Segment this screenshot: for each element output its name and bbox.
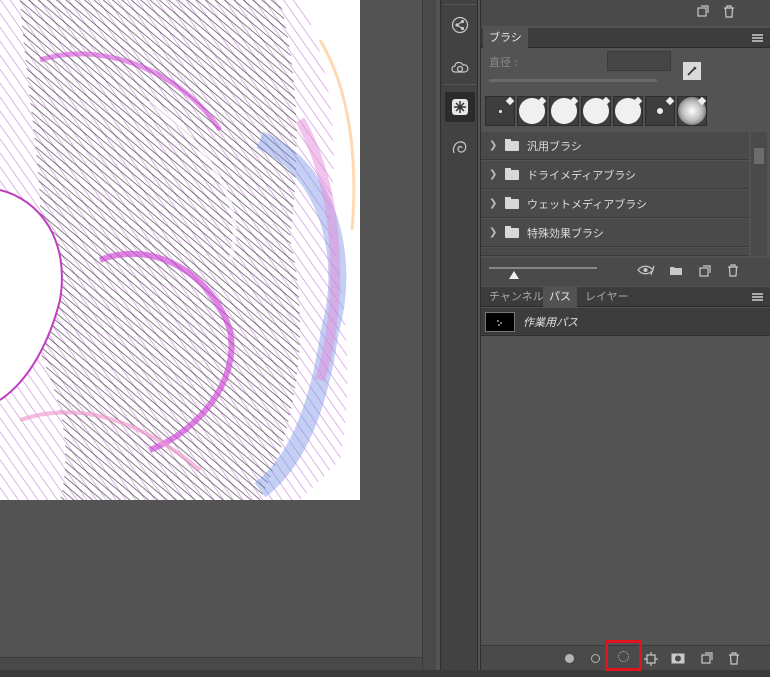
brush-folder-dry[interactable]: ❯ ドライメディアブラシ [481,161,749,189]
panel-icon-dock [440,0,478,670]
new-path-icon[interactable] [701,652,713,667]
chevron-right-icon: ❯ [489,227,498,238]
tab-paths[interactable]: パス [543,287,577,307]
brush-settings-icon[interactable] [445,92,475,122]
paths-empty-area[interactable] [481,337,770,645]
brush-folder-special[interactable]: ❯ 特殊効果ブラシ [481,219,749,247]
chevron-right-icon: ❯ [489,169,498,180]
make-path-from-selection-icon[interactable] [643,651,659,670]
trash-icon[interactable] [727,264,739,281]
brush-folder-general[interactable]: ❯ 汎用ブラシ [481,132,749,160]
tab-channels[interactable]: チャンネル [483,287,550,307]
dock-grip-handle-2[interactable] [445,84,475,90]
brush-panel-menu-icon[interactable] [752,34,763,42]
creative-cloud-icon[interactable] [445,52,475,82]
document-canvas[interactable] [0,0,422,657]
brush-list-scrollbar[interactable] [751,132,767,256]
sketch-artwork [0,0,360,500]
share-icon[interactable] [445,10,475,40]
brush-tip-5[interactable] [613,96,643,126]
folder-icon[interactable] [669,265,683,280]
brush-tip-6[interactable] [645,96,675,126]
brush-tip-1[interactable] [485,96,515,126]
folder-icon [505,196,519,209]
slider-thumb[interactable] [509,271,519,279]
brush-panel-tabbar: ブラシ [481,28,770,48]
brush-panel-footer [481,258,770,286]
chevron-right-icon: ❯ [489,198,498,209]
trash-icon[interactable] [728,652,740,668]
tab-layers[interactable]: レイヤー [579,287,635,307]
top-panel-footer [481,0,770,26]
clone-source-icon[interactable] [445,132,475,162]
status-strip [0,670,770,677]
brush-tip-4[interactable] [581,96,611,126]
size-slider[interactable] [489,79,657,82]
size-label: 直径 : [489,56,519,69]
folder-icon [505,138,519,151]
new-brush-icon[interactable] [699,265,711,281]
paths-panel-menu-icon[interactable] [752,293,763,301]
trash-icon[interactable] [723,4,735,22]
brush-tip-2[interactable] [517,96,547,126]
folder-label: ウェットメディアブラシ [527,197,648,211]
tab-brush[interactable]: ブラシ [483,28,528,48]
right-panels: ブラシ 直径 : ❯ 汎用ブラシ ❯ ドライメディアブラシ ❯ ウェットメディア… [480,0,770,671]
fill-path-icon[interactable] [565,654,574,663]
folder-icon [505,167,519,180]
folder-label: 特殊効果ブラシ [527,226,604,240]
folder-icon [505,225,519,238]
brush-folder-partial [481,248,749,256]
size-input[interactable] [607,51,671,71]
vertical-scrollbar[interactable] [422,0,436,670]
preview-size-slider[interactable] [489,267,597,269]
stroke-path-icon[interactable] [591,654,600,663]
path-thumbnail [485,312,515,332]
path-name: 作業用パス [523,316,578,329]
add-mask-icon[interactable] [671,653,685,667]
brush-tip-3[interactable] [549,96,579,126]
brush-folder-wet[interactable]: ❯ ウェットメディアブラシ [481,190,749,218]
new-item-icon[interactable] [697,5,709,21]
folder-label: 汎用ブラシ [527,139,582,153]
artwork-image [0,0,360,500]
folder-label: ドライメディアブラシ [527,168,637,182]
chevron-right-icon: ❯ [489,140,498,151]
paths-panel-footer [481,640,770,671]
selection-dotted-icon [618,651,629,662]
path-list-item[interactable]: 作業用パス [481,308,770,336]
paths-panel-tabbar: チャンネル パス レイヤー [481,287,770,307]
load-path-as-selection-button[interactable] [605,640,642,671]
brush-tip-7[interactable] [677,96,707,126]
horizontal-scrollbar[interactable] [0,657,422,670]
eye-toggle-icon[interactable] [637,264,655,280]
brush-edit-icon[interactable] [683,62,701,80]
